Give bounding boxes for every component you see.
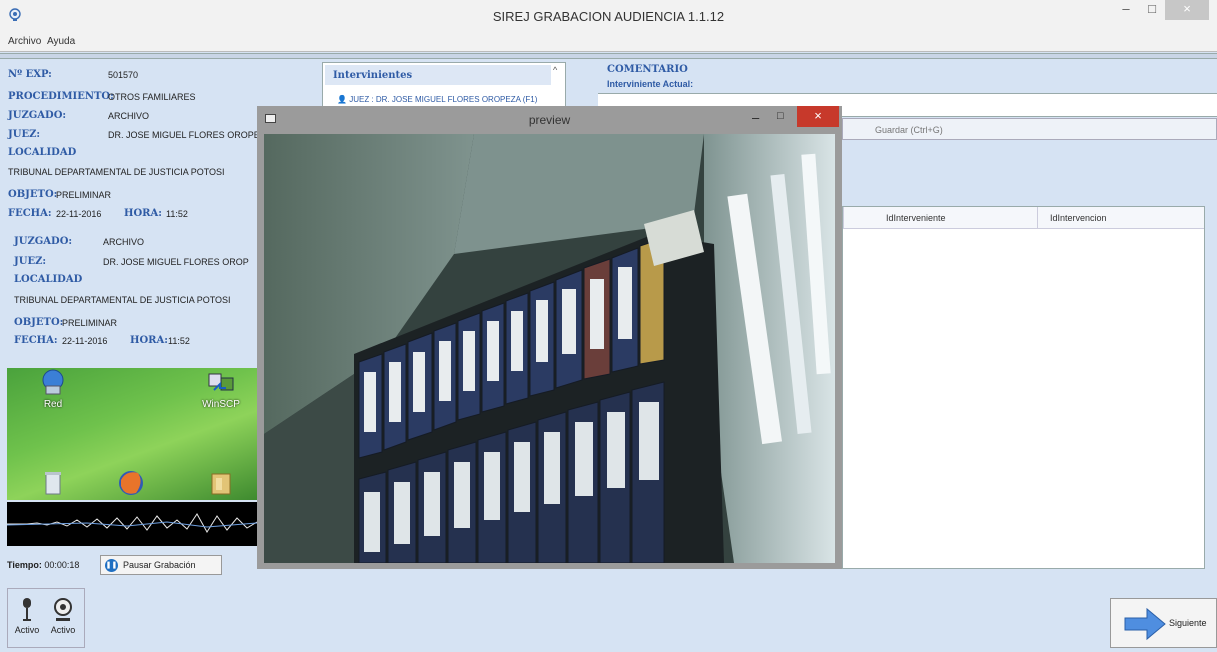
fecha-label: FECHA: — [8, 208, 52, 219]
desktop-icon-winscp[interactable]: WinSCP — [201, 368, 241, 410]
window-title: SIREJ GRABACION AUDIENCIA 1.1.12 — [492, 9, 725, 24]
tiempo-display: Tiempo: 00:00:18 — [7, 560, 79, 570]
menu-bar: Archivo Ayuda — [0, 32, 1217, 52]
folder-icon[interactable] — [201, 468, 241, 499]
localidad-label: LOCALIDAD — [14, 274, 83, 285]
interviniente-actual-label: Interviniente Actual: — [607, 79, 694, 89]
desktop-icon-red[interactable]: Red — [33, 368, 73, 410]
localidad-value: TRIBUNAL DEPARTAMENTAL DE JUSTICIA POTOS… — [8, 167, 225, 177]
close-button[interactable]: × — [1165, 0, 1209, 20]
minimize-button[interactable]: – — [752, 110, 759, 125]
close-button[interactable]: × — [797, 106, 839, 127]
microphone-status-label: Activo — [14, 625, 40, 635]
separator — [0, 53, 1217, 59]
interviniente-label: JUEZ : DR. JOSE MIGUEL FLORES OROPEZA (F… — [349, 95, 538, 104]
nexp-label: Nº EXP: — [8, 69, 52, 80]
interviniente-item[interactable]: 👤 JUEZ : DR. JOSE MIGUEL FLORES OROPEZA … — [337, 95, 537, 104]
juzgado-label: JUZGADO: — [8, 110, 67, 121]
objeto-label: OBJETO: — [14, 317, 64, 328]
scroll-up-icon[interactable]: ^ — [553, 65, 563, 75]
pause-recording-button[interactable]: ❚❚ Pausar Grabación — [100, 555, 222, 575]
intervinientes-list[interactable]: Intervinientes ^ 👤 JUEZ : DR. JOSE MIGUE… — [322, 62, 566, 110]
juez-value: DR. JOSE MIGUEL FLORES OROPE — [108, 130, 260, 140]
webcam-status[interactable]: Activo — [48, 597, 78, 635]
desktop-icon-label: Red — [43, 399, 63, 410]
preview-window: preview – □ × — [257, 106, 842, 569]
juzgado-label: JUZGADO: — [14, 236, 73, 247]
webcam-icon — [54, 598, 72, 621]
juez-label: JUEZ: — [14, 256, 47, 267]
microphone-status[interactable]: Activo — [12, 597, 42, 635]
menu-archivo[interactable]: Archivo — [8, 36, 41, 47]
next-label: Siguiente — [1169, 618, 1207, 628]
hora-label: HORA: — [124, 208, 162, 219]
network-icon — [42, 369, 64, 395]
intervenciones-grid[interactable]: IdInterveniente IdIntervencion — [842, 206, 1205, 569]
tiempo-label: Tiempo: — [7, 560, 42, 570]
save-button[interactable]: Guardar (Ctrl+G) — [842, 118, 1217, 140]
recycle-bin-icon[interactable] — [33, 468, 73, 499]
arrow-right-icon — [1124, 607, 1166, 641]
device-status-box: Activo Activo — [7, 588, 85, 648]
comentario-title: COMENTARIO — [607, 64, 688, 75]
fecha-label: FECHA: — [14, 335, 58, 346]
juzgado-value: ARCHIVO — [103, 237, 145, 247]
grid-header: IdInterveniente IdIntervencion — [843, 207, 1204, 229]
procedimiento-label: PROCEDIMIENTO: — [8, 91, 114, 102]
procedimiento-value: OTROS FAMILIARES — [108, 92, 196, 102]
column-header[interactable]: IdInterveniente — [886, 213, 946, 223]
column-header[interactable]: IdIntervencion — [1050, 213, 1107, 223]
winscp-icon — [208, 373, 234, 391]
desktop-background: Red WinSCP — [7, 368, 257, 500]
minimize-button[interactable]: – — [1113, 0, 1139, 20]
hora-label: HORA: — [130, 335, 168, 346]
audio-waveform — [7, 502, 257, 546]
juzgado-value: ARCHIVO — [108, 111, 150, 121]
camera-feed — [264, 134, 835, 563]
next-button[interactable]: Siguiente — [1110, 598, 1217, 648]
preview-title-bar[interactable]: preview – □ × — [257, 106, 842, 133]
person-icon: 👤 — [337, 95, 347, 104]
hora-value: 11:52 — [166, 209, 188, 219]
menu-ayuda[interactable]: Ayuda — [47, 36, 75, 47]
firefox-icon[interactable] — [111, 468, 151, 499]
fecha-value: 22-11-2016 — [62, 336, 108, 346]
title-bar: SIREJ GRABACION AUDIENCIA 1.1.12 – □ × — [0, 0, 1217, 32]
objeto-label: OBJETO: — [8, 189, 58, 200]
objeto-value: PRELIMINAR — [56, 190, 112, 200]
pause-label: Pausar Grabación — [123, 560, 196, 570]
juez-value: DR. JOSE MIGUEL FLORES OROP — [103, 257, 249, 267]
juez-label: JUEZ: — [8, 129, 41, 140]
microphone-icon — [23, 598, 31, 621]
hora-value: 11:52 — [168, 336, 190, 346]
pause-icon: ❚❚ — [105, 558, 118, 572]
nexp-value: 501570 — [108, 70, 139, 80]
localidad-value: TRIBUNAL DEPARTAMENTAL DE JUSTICIA POTOS… — [14, 295, 231, 305]
tiempo-value: 00:00:18 — [44, 560, 80, 570]
maximize-button[interactable]: □ — [1139, 0, 1165, 20]
intervinientes-title: Intervinientes — [325, 65, 551, 85]
maximize-button[interactable]: □ — [777, 110, 784, 122]
webcam-status-label: Activo — [50, 625, 76, 635]
localidad-label: LOCALIDAD — [8, 147, 77, 158]
desktop-icon-label: WinSCP — [202, 399, 240, 410]
fecha-value: 22-11-2016 — [56, 209, 102, 219]
objeto-value: PRELIMINAR — [62, 318, 118, 328]
